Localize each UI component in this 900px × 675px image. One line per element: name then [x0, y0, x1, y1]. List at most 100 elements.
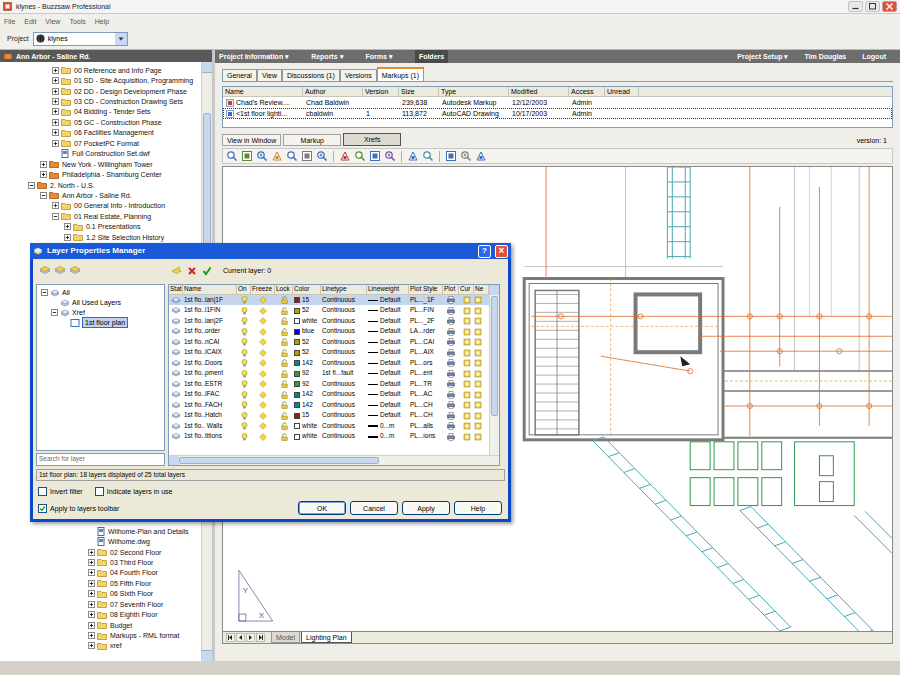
filter-tree-item[interactable]: 1st floor plan	[37, 318, 164, 328]
tree-label[interactable]: 04 Bidding - Tender Sets	[74, 108, 151, 115]
layer-table-scrollbar[interactable]	[489, 285, 499, 455]
menu-item[interactable]: Tools	[69, 18, 85, 25]
color-swatch[interactable]	[294, 308, 300, 314]
plot-on-icon[interactable]	[447, 296, 455, 304]
expand-icon[interactable]	[52, 129, 59, 136]
new-group-filter-icon[interactable]	[54, 265, 66, 276]
nav-right-item[interactable]: Tim Douglas	[804, 53, 846, 60]
property-tab[interactable]: View	[257, 69, 282, 81]
plot-style[interactable]: PL...TR	[409, 381, 443, 388]
new-vp-freeze-icon[interactable]	[474, 412, 482, 420]
project-select[interactable]: klynes	[33, 32, 128, 46]
sun-icon[interactable]	[259, 317, 267, 325]
state-manager-icon[interactable]	[69, 265, 81, 276]
tree-item[interactable]: 01 Real Estate, Planning	[0, 211, 201, 221]
collapse-icon[interactable]	[28, 182, 35, 189]
tree-label[interactable]: 05 GC - Construction Phase	[74, 119, 162, 126]
lock-open-icon[interactable]	[281, 296, 288, 304]
dialog-checkbox[interactable]: Indicate layers in use	[95, 487, 173, 496]
sun-icon[interactable]	[259, 296, 267, 304]
toolbar-tool-icon[interactable]	[445, 150, 457, 162]
layer-column-header[interactable]: Ne	[474, 285, 489, 294]
layer-table-hscrollbar[interactable]	[169, 455, 499, 465]
layer-column-header[interactable]: Freeze	[251, 285, 275, 294]
toolbar-tool-icon[interactable]	[384, 150, 396, 162]
viewer-tab[interactable]: View in Window	[222, 134, 281, 146]
bulb-on-icon[interactable]	[241, 296, 248, 304]
sun-icon[interactable]	[259, 359, 267, 367]
dialog-button[interactable]: Cancel	[350, 501, 398, 515]
tree-item[interactable]: 04 Bidding - Tender Sets	[0, 107, 201, 117]
collapse-icon[interactable]	[52, 213, 59, 220]
expand-icon[interactable]	[52, 67, 59, 74]
plot-style[interactable]: PL..._1F	[409, 297, 443, 304]
linetype[interactable]: Continuous	[321, 360, 367, 367]
plot-on-icon[interactable]	[447, 359, 455, 367]
nav-next-icon[interactable]	[246, 633, 255, 642]
menu-item[interactable]: Help	[95, 18, 109, 25]
layer-row[interactable]: 1st flo..l1FIN52ContinuousDefaultPL...FI…	[169, 305, 489, 316]
lock-open-icon[interactable]	[281, 391, 288, 399]
tree-label[interactable]: 07 PocketPC Format	[74, 140, 139, 147]
expand-icon[interactable]	[52, 88, 59, 95]
current-vp-freeze-icon[interactable]	[463, 338, 471, 346]
lock-open-icon[interactable]	[281, 422, 288, 430]
expand-icon[interactable]	[52, 77, 59, 84]
menu-item[interactable]: Edit	[24, 18, 36, 25]
layer-column-header[interactable]: On	[237, 285, 251, 294]
tree-item[interactable]: Budget	[0, 620, 201, 630]
color-swatch[interactable]	[294, 402, 300, 408]
lock-open-icon[interactable]	[281, 359, 288, 367]
current-vp-freeze-icon[interactable]	[463, 380, 471, 388]
layer-row[interactable]: 1st flo..Doors142ContinuousDefaultPL...o…	[169, 358, 489, 369]
tree-label[interactable]: Full Construction Set.dwf	[72, 150, 150, 157]
layer-row[interactable]: 1st flo..Hatch15ContinuousDefaultPL...CH	[169, 410, 489, 421]
toolbar-tool-icon[interactable]	[354, 150, 366, 162]
tree-label[interactable]: 05 Fifth Floor	[110, 580, 151, 587]
bulb-on-icon[interactable]	[241, 391, 248, 399]
column-header[interactable]: Unread	[605, 87, 639, 96]
layout-tab[interactable]: Model	[271, 632, 300, 643]
bulb-on-icon[interactable]	[241, 401, 248, 409]
tree-label[interactable]: New York - Willingham Tower	[62, 161, 153, 168]
new-vp-freeze-icon[interactable]	[474, 422, 482, 430]
tree-label[interactable]: 2. North - U.S.	[50, 182, 95, 189]
nav-right-item[interactable]: Project Setup ▾	[737, 53, 788, 60]
nav-item[interactable]: Folders	[415, 50, 448, 63]
bulb-on-icon[interactable]	[241, 349, 248, 357]
expand-icon[interactable]	[88, 611, 95, 618]
new-vp-freeze-icon[interactable]	[474, 317, 482, 325]
lineweight[interactable]: Default	[380, 297, 401, 304]
new-vp-freeze-icon[interactable]	[474, 433, 482, 441]
linetype[interactable]: Continuous	[321, 391, 367, 398]
new-vp-freeze-icon[interactable]	[474, 391, 482, 399]
color-swatch[interactable]	[294, 329, 300, 335]
tree-label[interactable]: Wilhome.dwg	[108, 538, 150, 545]
color-swatch[interactable]	[294, 297, 300, 303]
expand-icon[interactable]	[40, 171, 47, 178]
tree-label[interactable]: 0.1 Presentations	[86, 223, 140, 230]
plot-style[interactable]: PL...AIX	[409, 349, 443, 356]
plot-on-icon[interactable]	[447, 349, 455, 357]
dialog-checkbox[interactable]: Apply to layers toolbar	[38, 504, 119, 513]
new-vp-freeze-icon[interactable]	[474, 359, 482, 367]
toolbar-tool-icon[interactable]	[256, 150, 268, 162]
new-vp-freeze-icon[interactable]	[474, 380, 482, 388]
tree-item[interactable]: 06 Facilities Management	[0, 128, 201, 138]
lineweight[interactable]: 0...m	[380, 433, 394, 440]
current-vp-freeze-icon[interactable]	[463, 370, 471, 378]
tree-label[interactable]: 06 Facilities Management	[74, 129, 154, 136]
lock-open-icon[interactable]	[281, 307, 288, 315]
expand-icon[interactable]	[88, 569, 95, 576]
expand-icon[interactable]	[64, 234, 71, 241]
tree-label[interactable]: Ann Arbor - Saline Rd.	[62, 192, 132, 199]
filter-tree-item[interactable]: All Used Layers	[37, 298, 164, 308]
column-header[interactable]: Type	[439, 87, 509, 96]
current-vp-freeze-icon[interactable]	[463, 317, 471, 325]
lineweight[interactable]: Default	[380, 381, 401, 388]
lineweight[interactable]: Default	[380, 328, 401, 335]
lock-open-icon[interactable]	[281, 338, 288, 346]
plot-style[interactable]: PL...ions	[409, 433, 443, 440]
layer-row[interactable]: 1st flo..FACH142ContinuousDefaultPL...CH	[169, 400, 489, 411]
toolbar-tool-icon[interactable]	[475, 150, 487, 162]
